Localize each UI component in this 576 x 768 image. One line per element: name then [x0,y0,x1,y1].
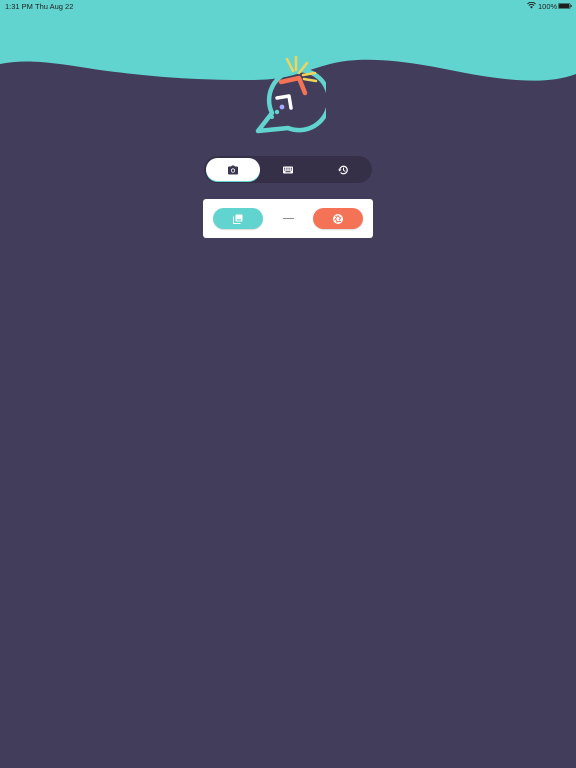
gallery-icon [233,214,243,224]
battery-icon [558,2,572,9]
tab-keyboard[interactable] [261,158,315,181]
capture-button[interactable] [313,208,363,229]
status-time: 1:31 PM [5,2,33,11]
camera-icon [228,165,238,174]
status-date: Thu Aug 22 [35,2,74,11]
keyboard-icon [283,166,293,173]
gallery-button[interactable] [213,208,263,229]
speech-bubble-logo [255,55,326,134]
battery-percent: 100% [538,2,558,11]
capture-card [203,199,373,238]
history-icon [338,165,348,174]
shutter-icon [333,213,343,224]
wifi-icon [527,2,536,9]
mode-switch [204,156,372,183]
tab-camera[interactable] [206,158,260,181]
tab-history[interactable] [316,158,370,181]
status-bar: 1:31 PM Thu Aug 22 100% [0,0,576,12]
separator-dash [283,217,294,219]
